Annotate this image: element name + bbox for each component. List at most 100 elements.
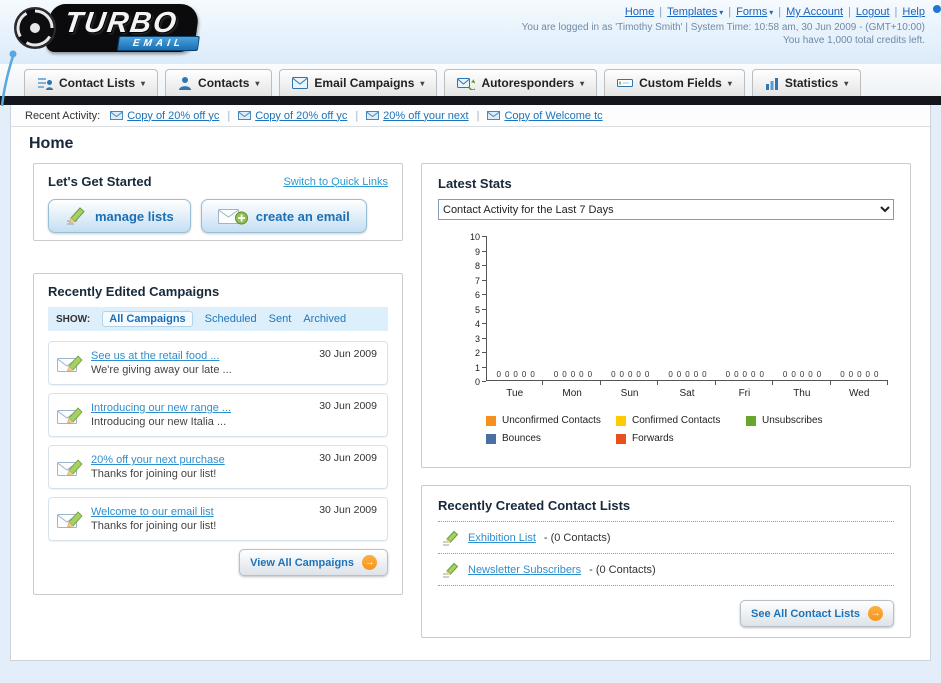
latest-stats-panel: Latest Stats Contact Activity for the La… (421, 163, 911, 468)
contact-list-row[interactable]: Newsletter Subscribers - (0 Contacts) (438, 554, 894, 586)
decorative-antenna-line (0, 50, 17, 107)
manage-lists-button[interactable]: manage lists (48, 199, 191, 233)
recent-activity-bar: Recent Activity: Copy of 20% off yc | Co… (11, 105, 930, 127)
chart-bar-group: 00000 (716, 370, 773, 379)
recent-campaigns-panel: Recently Edited Campaigns SHOW: All Camp… (33, 273, 403, 595)
chart-value-label: 0 (734, 370, 739, 379)
separator: | (848, 6, 851, 18)
campaign-row[interactable]: Welcome to our email list Thanks for join… (48, 497, 388, 541)
switch-quick-links-link[interactable]: Switch to Quick Links (283, 176, 388, 188)
nav-tab-statistics[interactable]: Statistics ▾ (751, 69, 862, 96)
chart-value-label: 0 (521, 370, 527, 379)
chart-value-label: 0 (782, 370, 788, 379)
caret-down-icon: ▾ (769, 8, 774, 17)
chart-y-tick-label: 5 (474, 304, 480, 315)
chart-y-tick-mark (482, 381, 486, 382)
recent-activity-link[interactable]: 20% off your next (383, 110, 468, 122)
chart-value-label: 0 (676, 370, 682, 379)
campaign-row[interactable]: See us at the retail food ... We're givin… (48, 341, 388, 385)
nav-divider-bar (0, 96, 941, 105)
see-all-contact-lists-label: See All Contact Lists (750, 607, 860, 620)
tab-scheduled[interactable]: Scheduled (205, 313, 257, 325)
campaign-title-link[interactable]: Introducing our new range ... (91, 402, 231, 414)
campaign-list: See us at the retail food ... We're givin… (48, 341, 388, 541)
legend-swatch-icon (745, 415, 756, 426)
top-link-label: Templates (667, 6, 718, 18)
chart-y-tick-label: 7 (474, 275, 480, 286)
tab-archived[interactable]: Archived (303, 313, 346, 325)
recent-activity-item[interactable]: 20% off your next (366, 110, 469, 122)
manage-lists-label: manage lists (95, 208, 174, 224)
turbo-email-logo[interactable]: TURBO EMAIL (12, 4, 201, 52)
contacts-icon (179, 77, 192, 90)
stats-period-select[interactable]: Contact Activity for the Last 7 Days (438, 199, 894, 220)
chart-y-tick-label: 2 (474, 348, 480, 358)
nav-tab-custom-fields[interactable]: Custom Fields ▾ (604, 69, 745, 96)
chart-value-label: 0 (848, 370, 854, 379)
chart-value-label: 0 (750, 370, 756, 379)
tab-sent[interactable]: Sent (269, 313, 292, 325)
app-window: TURBO EMAIL Home | Templates ▾ | Forms ▾ | My Ac… (0, 0, 941, 683)
chart-category-label: Tue (506, 388, 524, 399)
campaign-row[interactable]: 20% off your next purchase Thanks for joi… (48, 445, 388, 489)
contact-list-link[interactable]: Exhibition List (468, 532, 536, 544)
top-link-forms[interactable]: Forms ▾ (736, 6, 773, 18)
chart-bar-group: 00000 (831, 370, 888, 379)
contact-list-link[interactable]: Newsletter Subscribers (468, 564, 581, 576)
recent-activity-item[interactable]: Copy of 20% off yc (238, 110, 347, 122)
chart-value-label: 0 (504, 370, 510, 379)
nav-tab-label: Custom Fields (639, 76, 722, 90)
top-link-help[interactable]: Help (902, 6, 925, 18)
chart-value-label: 0 (874, 370, 879, 379)
contact-lists-icon (38, 78, 53, 90)
campaign-title-link[interactable]: Welcome to our email list (91, 506, 216, 518)
chart-y-tick-label: 4 (474, 319, 480, 329)
top-link-templates[interactable]: Templates ▾ (667, 6, 723, 18)
recent-activity-item[interactable]: Copy of 20% off yc (110, 110, 219, 122)
view-all-campaigns-button[interactable]: View All Campaigns → (239, 549, 388, 576)
pencil-icon (443, 562, 459, 578)
chart-category-label: Fri (738, 388, 751, 399)
legend-item: Unsubscribes (745, 415, 876, 426)
decorative-dot (933, 5, 941, 13)
campaign-title-link[interactable]: See us at the retail food ... (91, 350, 232, 362)
campaign-title-link[interactable]: 20% off your next purchase (91, 454, 225, 466)
envelope-icon (366, 111, 380, 120)
chart-value-label: 0 (636, 370, 641, 379)
top-link-logout[interactable]: Logout (856, 6, 890, 18)
top-link-home[interactable]: Home (625, 6, 654, 18)
envelope-pencil-icon (57, 511, 83, 528)
nav-tab-contact-lists[interactable]: Contact Lists ▾ (24, 69, 159, 96)
contact-list-row[interactable]: Exhibition List - (0 Contacts) (438, 522, 894, 554)
recent-contact-lists-panel: Recently Created Contact Lists Exhibitio… (421, 485, 911, 638)
recent-activity-link[interactable]: Copy of 20% off yc (127, 110, 219, 122)
tab-all-campaigns[interactable]: All Campaigns (102, 311, 193, 327)
get-started-panel: Let's Get Started Switch to Quick Links … (33, 163, 403, 241)
recent-activity-link[interactable]: Copy of 20% off yc (255, 110, 347, 122)
top-link-my-account[interactable]: My Account (786, 6, 843, 18)
contact-list-count: - (0 Contacts) (543, 532, 611, 544)
nav-tab-autoresponders[interactable]: Autoresponders ▾ (444, 69, 598, 96)
chart-value-label: 0 (587, 370, 593, 379)
campaign-subtitle: Thanks for joining our list! (91, 468, 217, 480)
see-all-contact-lists-button[interactable]: See All Contact Lists → (739, 600, 894, 627)
legend-swatch-icon (615, 415, 626, 426)
create-email-button[interactable]: create an email (200, 199, 367, 233)
top-utility-area: Home | Templates ▾ | Forms ▾ | My Account | Logout… (522, 6, 925, 46)
recent-activity-link[interactable]: Copy of Welcome tc (504, 110, 602, 122)
chart-value-label: 0 (840, 370, 845, 379)
custom-fields-icon (617, 79, 634, 87)
chart-value-label: 0 (857, 370, 862, 379)
campaign-row[interactable]: Introducing our new range ... Introducing… (48, 393, 388, 437)
chart-category-label: Thu (793, 388, 811, 399)
chart-bar-group: 00000 (487, 370, 544, 379)
chart-y-tick-label: 6 (474, 290, 480, 300)
nav-tab-email-campaigns[interactable]: Email Campaigns ▾ (279, 69, 438, 96)
separator: | (894, 6, 898, 18)
legend-label: Unsubscribes (761, 415, 823, 426)
recent-activity-item[interactable]: Copy of Welcome tc (487, 110, 603, 122)
top-nav-links: Home | Templates ▾ | Forms ▾ | My Account | Logout… (522, 6, 925, 18)
chart-value-label: 0 (530, 370, 535, 379)
nav-tab-contacts[interactable]: Contacts ▾ (165, 69, 273, 96)
chart-value-label: 0 (562, 370, 567, 379)
